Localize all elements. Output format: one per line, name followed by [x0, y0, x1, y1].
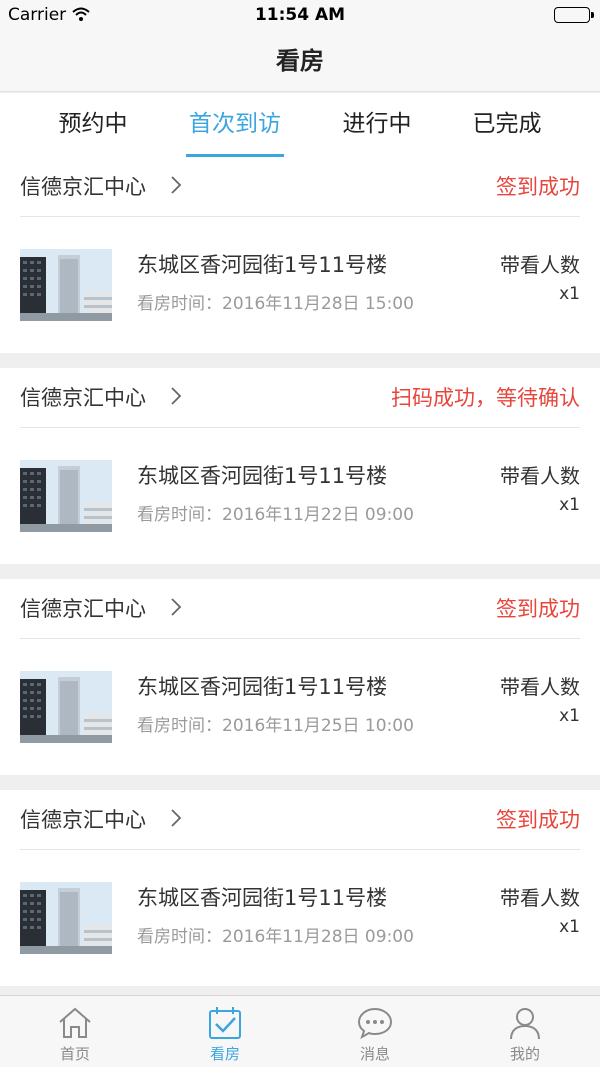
- property-address: 东城区香河园街1号11号楼: [137, 253, 388, 277]
- building-thumbnail: [20, 249, 112, 321]
- visitor-count-label: 带看人数: [500, 675, 580, 699]
- visitor-count: x1: [559, 706, 580, 726]
- chevron-right-icon: [170, 808, 182, 828]
- card-header[interactable]: 信德京汇中心 签到成功: [0, 157, 600, 217]
- visit-time: 看房时间：2016年11月25日 10:00: [137, 716, 414, 736]
- chevron-right-icon: [170, 386, 182, 406]
- visit-status: 签到成功: [496, 175, 580, 199]
- property-address: 东城区香河园街1号11号楼: [137, 886, 388, 910]
- card-header[interactable]: 信德京汇中心 扫码成功，等待确认: [0, 368, 600, 428]
- center-name: 信德京汇中心: [20, 597, 146, 621]
- divider: [20, 216, 580, 217]
- tab-label: 预约中: [58, 111, 128, 137]
- visit-status: 签到成功: [496, 808, 580, 832]
- visit-card[interactable]: 信德京汇中心 签到成功 东城区香河园街1号11号楼 看房时间：2016年11月2…: [0, 579, 600, 775]
- visit-card[interactable]: 信德京汇中心 扫码成功，等待确认 东城区香河园街1号11号楼 看房时间：2016…: [0, 368, 600, 564]
- divider: [20, 638, 580, 639]
- tabbar-item-home[interactable]: 首页: [25, 996, 125, 1067]
- visitor-count-label: 带看人数: [500, 253, 580, 277]
- center-name: 信德京汇中心: [20, 175, 146, 199]
- visitor-count: x1: [559, 917, 580, 937]
- chevron-right-icon: [170, 175, 182, 195]
- property-address: 东城区香河园街1号11号楼: [137, 675, 388, 699]
- property-address: 东城区香河园街1号11号楼: [137, 464, 388, 488]
- center-name: 信德京汇中心: [20, 808, 146, 832]
- tab-first-visit[interactable]: 首次到访: [186, 93, 284, 157]
- home-icon: [59, 1007, 91, 1038]
- tabbar-item-me[interactable]: 我的: [475, 996, 575, 1067]
- visitor-count-label: 带看人数: [500, 886, 580, 910]
- center-name: 信德京汇中心: [20, 386, 146, 410]
- visit-time: 看房时间：2016年11月28日 09:00: [137, 927, 414, 947]
- tabbar-label: 首页: [59, 1045, 90, 1063]
- divider: [20, 427, 580, 428]
- tab-completed[interactable]: 已完成: [462, 93, 552, 157]
- chevron-right-icon: [170, 597, 182, 617]
- visit-card[interactable]: 信德京汇中心 签到成功 东城区香河园街1号11号楼 看房时间：2016年11月2…: [0, 157, 600, 353]
- visit-time: 看房时间：2016年11月22日 09:00: [137, 505, 414, 525]
- bottom-tab-bar: 首页 看房 消息 我的: [0, 995, 600, 1067]
- tabbar-label: 消息: [359, 1045, 390, 1063]
- divider: [20, 849, 580, 850]
- tab-label: 进行中: [342, 111, 412, 137]
- tabbar-item-messages[interactable]: 消息: [325, 996, 425, 1067]
- visitor-count-label: 带看人数: [500, 464, 580, 488]
- building-thumbnail: [20, 671, 112, 743]
- status-bar: Carrier 11:54 AM: [0, 0, 600, 30]
- chat-bubble-icon: [357, 1007, 393, 1040]
- battery-icon: [554, 7, 594, 23]
- person-icon: [510, 1008, 540, 1040]
- tabbar-item-viewing[interactable]: 看房: [175, 996, 275, 1067]
- status-tabs: 预约中 首次到访 进行中 已完成: [0, 93, 600, 157]
- card-header[interactable]: 信德京汇中心 签到成功: [0, 790, 600, 850]
- tab-label: 已完成: [472, 111, 542, 137]
- visit-time: 看房时间：2016年11月28日 15:00: [137, 294, 414, 314]
- building-thumbnail: [20, 882, 112, 954]
- card-header[interactable]: 信德京汇中心 签到成功: [0, 579, 600, 639]
- visit-status: 签到成功: [496, 597, 580, 621]
- tabbar-label: 我的: [509, 1045, 540, 1063]
- tab-booking[interactable]: 预约中: [48, 93, 138, 157]
- building-thumbnail: [20, 460, 112, 532]
- visit-status: 扫码成功，等待确认: [391, 386, 580, 410]
- visit-card[interactable]: 信德京汇中心 签到成功 东城区香河园街1号11号楼 看房时间：2016年11月2…: [0, 790, 600, 986]
- tab-in-progress[interactable]: 进行中: [332, 93, 422, 157]
- visitor-count: x1: [559, 495, 580, 515]
- tab-label: 首次到访: [189, 111, 281, 137]
- visitor-count: x1: [559, 284, 580, 304]
- calendar-check-icon: [209, 1007, 241, 1039]
- clock-time: 11:54 AM: [254, 5, 346, 25]
- tabbar-label: 看房: [209, 1045, 240, 1063]
- nav-title: 看房: [0, 30, 600, 92]
